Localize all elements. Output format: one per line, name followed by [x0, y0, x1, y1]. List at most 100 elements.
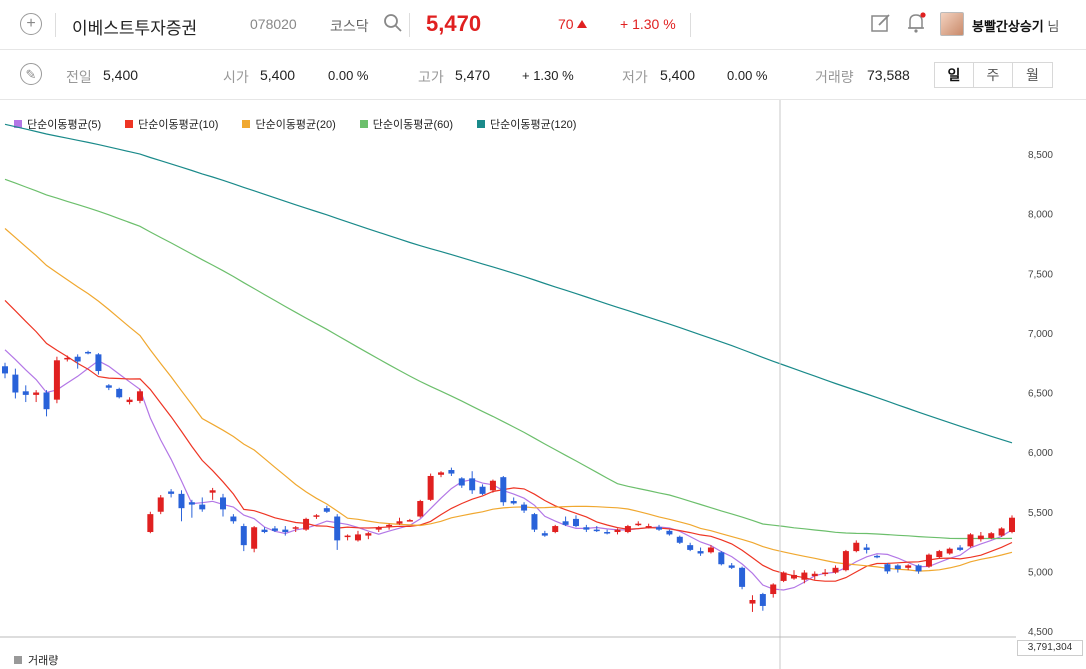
ma120-line — [4, 123, 1013, 444]
candle-body — [479, 486, 486, 494]
candle-body — [292, 527, 299, 529]
candle-body — [354, 534, 361, 541]
high-value: 5,470 — [455, 67, 491, 83]
period-day-tab[interactable]: 일 — [935, 63, 974, 87]
divider — [690, 13, 691, 37]
market-label: 코스닥 — [330, 18, 369, 34]
candle-body — [811, 573, 818, 577]
candle-body — [105, 385, 112, 388]
candle-body — [604, 532, 611, 534]
candle-body — [220, 497, 227, 510]
candle-body — [583, 527, 590, 530]
candle-body — [22, 391, 29, 395]
candle-body — [842, 551, 849, 571]
candle-body — [614, 529, 621, 533]
divider — [409, 13, 410, 37]
candle-body — [957, 547, 964, 550]
candle-body — [240, 526, 247, 546]
candle-body — [448, 470, 455, 474]
volume-pane-label: 거래량 — [14, 652, 58, 668]
candle-body — [541, 533, 548, 536]
candle-body — [510, 501, 517, 504]
price-change-value: 70 — [558, 16, 574, 32]
candle-body — [676, 536, 683, 543]
prev-close-value: 5,400 — [103, 67, 139, 83]
candle-body — [323, 508, 330, 512]
low-label: 저가 — [622, 69, 648, 85]
y-tick-label: 8,500 — [1028, 150, 1053, 161]
ma5-line — [4, 349, 1013, 591]
user-suffix: 님 — [1047, 19, 1060, 34]
open-pct: 0.00 % — [328, 68, 369, 83]
candle-body — [645, 526, 652, 528]
divider — [55, 13, 56, 37]
candle-body — [178, 493, 185, 509]
add-icon[interactable]: + — [20, 13, 42, 35]
candle-body — [728, 565, 735, 568]
candle-body — [458, 478, 465, 486]
candle-body — [666, 530, 673, 535]
candle-body — [925, 554, 932, 567]
y-axis: 8,500 8,000 7,500 7,000 6,500 6,000 5,500 5,000… — [1028, 150, 1053, 638]
candle-body — [624, 526, 631, 533]
candle-body — [489, 480, 496, 491]
candle-body — [790, 574, 797, 579]
candle-body — [531, 514, 538, 530]
ma60-line — [4, 178, 1013, 540]
moving-average-lines — [4, 123, 1013, 591]
open-label: 시가 — [223, 69, 249, 85]
candle-body — [967, 534, 974, 547]
user-name: 봉빨간상승기 — [972, 19, 1044, 34]
candle-body — [261, 529, 268, 533]
period-week-tab[interactable]: 주 — [974, 63, 1013, 87]
bell-icon[interactable] — [906, 11, 928, 35]
period-month-tab[interactable]: 월 — [1013, 63, 1052, 87]
candlestick-chart[interactable]: 8,500 8,000 7,500 7,000 6,500 6,000 5,500 5,000… — [0, 100, 1086, 669]
candle-body — [74, 356, 81, 362]
candle-body — [946, 548, 953, 554]
candle-body — [884, 564, 891, 572]
high-pct: + 1.30 % — [522, 68, 574, 83]
candle-body — [998, 528, 1005, 536]
candle-body — [334, 516, 341, 541]
candle-body — [188, 502, 195, 505]
avatar[interactable] — [940, 12, 964, 36]
candle-body — [2, 366, 8, 374]
candle-body — [853, 542, 860, 552]
candle-body — [438, 472, 445, 475]
high-label: 고가 — [418, 69, 444, 85]
candle-body — [271, 528, 278, 531]
low-value: 5,400 — [660, 67, 696, 83]
candles — [2, 350, 1015, 612]
ma20-line — [4, 228, 1013, 572]
volume-value: 73,588 — [867, 67, 910, 83]
low-pct: 0.00 % — [727, 68, 768, 83]
candle-body — [375, 527, 382, 530]
candle-body — [905, 565, 912, 568]
candle-body — [863, 547, 870, 550]
candle-body — [697, 551, 704, 554]
pencil-icon[interactable]: ✎ — [20, 63, 42, 85]
candle-body — [136, 391, 143, 401]
candle-body — [936, 551, 943, 558]
candle-body — [687, 545, 694, 550]
price-change: 70 — [558, 16, 588, 32]
stock-name[interactable]: 이베스트투자증권 — [72, 14, 197, 39]
candle-body — [303, 518, 310, 530]
candle-body — [230, 516, 237, 522]
user-info[interactable]: 봉빨간상승기 님 — [972, 16, 1059, 35]
candle-body — [417, 501, 424, 517]
candle-body — [707, 547, 714, 553]
y-tick-label: 7,000 — [1028, 329, 1053, 340]
y-tick-label: 5,000 — [1028, 567, 1053, 578]
candle-body — [832, 567, 839, 573]
candle-body — [282, 529, 289, 533]
candle-body — [874, 555, 881, 558]
search-icon[interactable] — [383, 13, 403, 33]
candle-body — [168, 491, 175, 494]
candle-body — [313, 515, 320, 517]
edit-icon[interactable] — [870, 12, 892, 34]
candle-body — [427, 475, 434, 500]
candle-body — [157, 497, 164, 512]
stock-header: + 이베스트투자증권 078020 코스닥 5,470 70 + 1.30 % … — [0, 0, 1086, 50]
